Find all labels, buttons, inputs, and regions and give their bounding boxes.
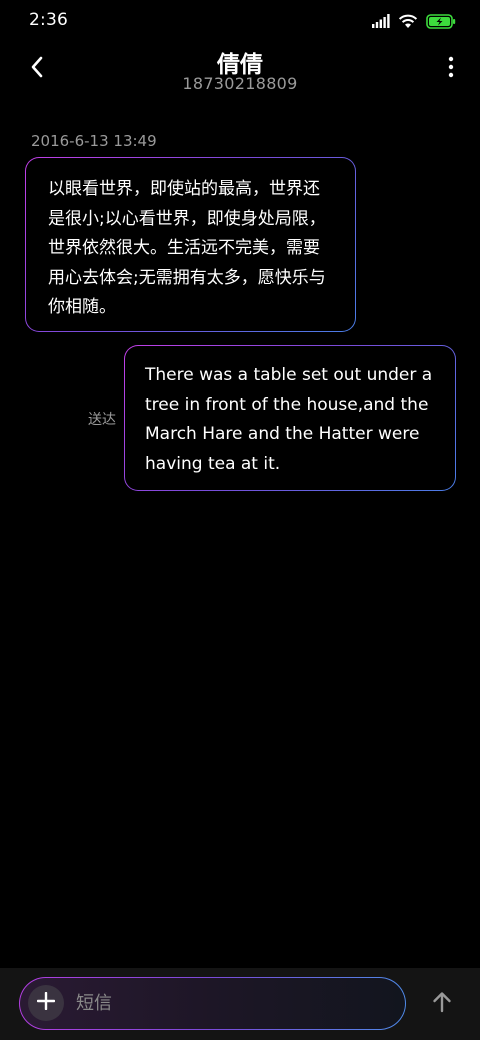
outgoing-message-bubble[interactable]: There was a table set out under a tree i… — [124, 345, 456, 491]
outgoing-message-text: There was a table set out under a tree i… — [145, 365, 433, 474]
message-input[interactable] — [76, 978, 376, 1028]
battery-charging-icon — [426, 13, 456, 29]
contact-number: 18730218809 — [182, 74, 298, 93]
wifi-icon — [398, 14, 418, 29]
status-bar: 2:36 — [0, 0, 480, 40]
message-input-container[interactable] — [19, 977, 406, 1030]
delivery-status: 送达 — [88, 412, 116, 428]
signal-icon — [372, 14, 390, 28]
plus-icon — [36, 991, 56, 1014]
incoming-message-bubble[interactable]: 以眼看世界，即使站的最高，世界还是很小;以心看世界，即使身处局限，世界依然很大。… — [25, 157, 356, 332]
message-timestamp: 2016-6-13 13:49 — [31, 132, 157, 150]
arrow-up-icon — [432, 991, 452, 1017]
status-time: 2:36 — [29, 10, 68, 30]
send-button[interactable] — [428, 990, 456, 1018]
status-icons — [372, 11, 456, 31]
conversation-header: 倩倩 18730218809 — [0, 40, 480, 110]
composer-bar — [0, 968, 480, 1040]
more-vertical-icon — [448, 56, 454, 82]
more-options-button[interactable] — [446, 56, 456, 82]
add-attachment-button[interactable] — [28, 985, 64, 1021]
incoming-message-text: 以眼看世界，即使站的最高，世界还是很小;以心看世界，即使身处局限，世界依然很大。… — [48, 179, 326, 317]
